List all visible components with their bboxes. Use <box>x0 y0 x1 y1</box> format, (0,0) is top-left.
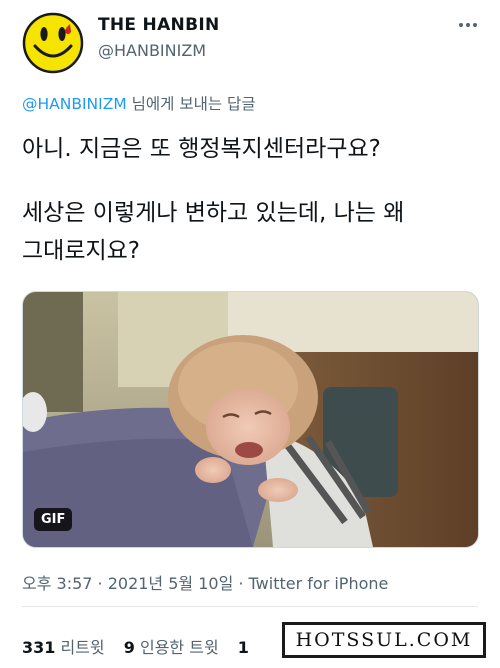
more-options-icon[interactable] <box>457 14 479 36</box>
retweets-count: 331 <box>22 638 56 657</box>
reply-context: @HANBINIZM 님에게 보내는 답글 <box>22 92 256 114</box>
crying-toddler-gif <box>23 292 478 547</box>
tweet-text-line: 그대로지요? <box>22 238 141 264</box>
reply-context-suffix: 님에게 보내는 답글 <box>126 95 256 113</box>
tweet-header: THE HANBIN @HANBINIZM <box>0 0 500 80</box>
retweets-stat[interactable]: 331 리트윗 <box>22 638 105 657</box>
tweet-text-line: 아니. 지금은 또 행정복지센터라구요? <box>22 136 381 162</box>
reply-mention-link[interactable]: @HANBINIZM <box>22 95 127 113</box>
likes-count: 1 <box>237 638 249 657</box>
author-handle[interactable]: @HANBINIZM <box>98 41 206 60</box>
tweet-stats: 331 리트윗 9 인용한 트윗 1 <box>22 634 263 658</box>
likes-stat[interactable]: 1 <box>238 638 249 657</box>
watermark-logo: HOTSSUL.COM <box>281 621 487 659</box>
tweet-timestamp[interactable]: 오후 3:57 · 2021년 5월 10일 · Twitter for iPh… <box>22 570 388 594</box>
tweet-text-line: 세상은 이렇게나 변하고 있는데, 나는 왜 <box>22 200 405 226</box>
gif-badge: GIF <box>34 508 73 531</box>
smiley-face-avatar-icon[interactable] <box>22 12 84 74</box>
divider <box>22 606 478 607</box>
quotes-label: 인용한 트윗 <box>134 638 219 657</box>
author-display-name[interactable]: THE HANBIN <box>98 15 219 35</box>
quote-tweets-stat[interactable]: 9 인용한 트윗 <box>124 638 219 657</box>
retweets-label: 리트윗 <box>55 638 105 657</box>
tweet-text: 아니. 지금은 또 행정복지센터라구요? 세상은 이렇게나 변하고 있는데, 나… <box>22 130 482 270</box>
quotes-count: 9 <box>123 638 135 657</box>
gif-media[interactable] <box>22 291 479 548</box>
